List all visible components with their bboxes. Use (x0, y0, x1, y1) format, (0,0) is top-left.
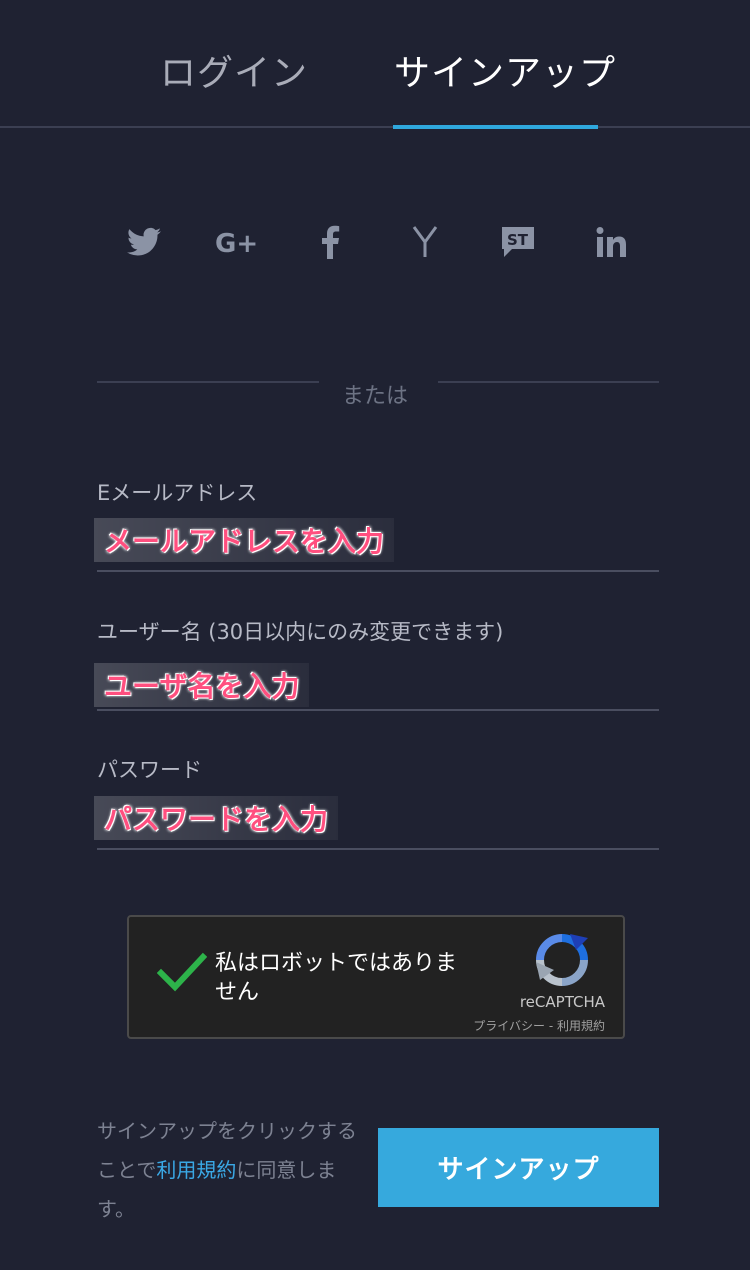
active-tab-indicator (393, 125, 598, 129)
divider-text: または (341, 384, 408, 409)
email-field[interactable] (97, 522, 659, 572)
auth-tabs: ログイン サインアップ (0, 0, 750, 129)
recaptcha-checkbox[interactable] (156, 947, 208, 997)
password-label: パスワード (97, 758, 202, 782)
tab-signup[interactable]: サインアップ (394, 44, 616, 96)
username-label: ユーザー名 (30日以内にのみ変更できます) (97, 620, 504, 644)
recaptcha-brand: reCAPTCHA (519, 993, 605, 1011)
facebook-icon[interactable] (310, 222, 350, 262)
google-plus-icon[interactable]: G+ (214, 222, 262, 262)
linkedin-icon[interactable] (592, 222, 632, 262)
svg-text:G+: G+ (215, 229, 258, 257)
svg-text:ST: ST (507, 231, 529, 249)
username-field[interactable] (97, 661, 659, 711)
terms-link[interactable]: 利用規約 (156, 1158, 236, 1182)
checkmark-icon (156, 952, 208, 992)
social-login-row: G+ ST (0, 222, 750, 266)
twitter-icon[interactable] (124, 222, 164, 262)
password-field[interactable] (97, 800, 659, 850)
terms-agreement: サインアップをクリックすることで利用規約に同意します。 (97, 1112, 367, 1229)
st-icon[interactable]: ST (498, 222, 538, 262)
recaptcha-logo-icon (534, 932, 590, 988)
yahoo-icon[interactable] (405, 222, 445, 262)
tab-login[interactable]: ログイン (160, 44, 308, 96)
recaptcha-label: 私はロボットではありません (215, 951, 458, 1005)
email-label: Eメールアドレス (97, 481, 258, 505)
recaptcha-links[interactable]: プライバシー - 利用規約 (473, 1017, 605, 1034)
recaptcha-box: 私はロボットではありません reCAPTCHA プライバシー - 利用規約 (127, 915, 625, 1039)
signup-button[interactable]: サインアップ (378, 1128, 659, 1207)
